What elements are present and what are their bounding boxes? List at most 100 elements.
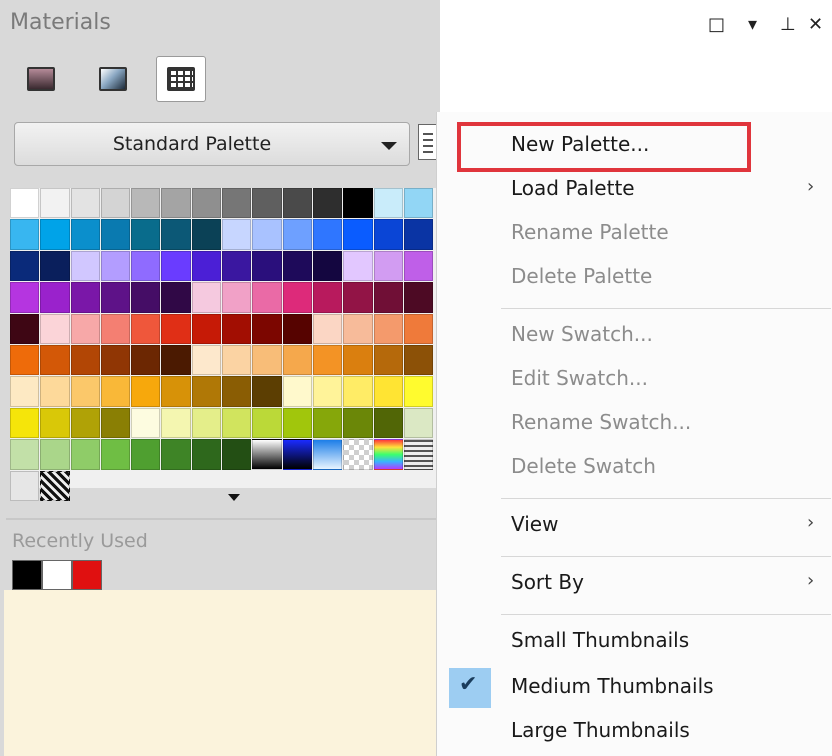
color-swatch[interactable] [282, 282, 312, 313]
color-swatch[interactable] [191, 282, 222, 313]
color-swatch[interactable] [100, 282, 131, 313]
color-swatch[interactable] [282, 188, 312, 219]
palette-menu-button[interactable] [418, 124, 438, 160]
pin-icon[interactable]: ⊥ [780, 14, 796, 35]
menu-item-new-swatch[interactable]: New Swatch... [511, 322, 653, 346]
color-swatch[interactable] [252, 219, 282, 250]
color-swatch[interactable] [282, 407, 312, 439]
color-swatch[interactable] [100, 219, 131, 250]
color-swatch[interactable] [343, 439, 373, 470]
color-swatch[interactable] [10, 470, 40, 501]
color-swatch[interactable] [161, 250, 191, 282]
color-swatch[interactable] [10, 188, 40, 219]
menu-item-delete-palette[interactable]: Delete Palette [511, 264, 652, 288]
color-swatch[interactable] [312, 282, 343, 313]
color-swatch[interactable] [131, 250, 161, 282]
color-swatch[interactable] [191, 219, 222, 250]
color-swatch[interactable] [40, 313, 70, 344]
color-swatch[interactable] [131, 439, 161, 470]
color-swatch[interactable] [343, 344, 373, 376]
color-swatch[interactable] [100, 344, 131, 376]
color-swatch[interactable] [70, 439, 100, 470]
color-swatch[interactable] [343, 250, 373, 282]
color-swatch[interactable] [40, 250, 70, 282]
color-swatch[interactable] [222, 282, 252, 313]
menu-item-view[interactable]: View [511, 512, 558, 536]
color-swatch[interactable] [131, 344, 161, 376]
color-swatch[interactable] [191, 344, 222, 376]
color-swatch[interactable] [222, 407, 252, 439]
color-swatch[interactable] [40, 470, 70, 501]
color-swatch[interactable] [343, 282, 373, 313]
color-swatch[interactable] [10, 250, 40, 282]
color-swatch[interactable] [373, 313, 403, 344]
color-swatch[interactable] [191, 313, 222, 344]
color-swatch[interactable] [403, 376, 434, 407]
color-swatch[interactable] [10, 282, 40, 313]
color-swatch[interactable] [403, 407, 434, 439]
color-swatch[interactable] [343, 407, 373, 439]
maximize-icon[interactable]: □ [708, 14, 725, 35]
color-swatch[interactable] [70, 344, 100, 376]
color-swatch[interactable] [373, 376, 403, 407]
color-swatch[interactable] [373, 250, 403, 282]
color-swatch[interactable] [373, 344, 403, 376]
color-swatch[interactable] [282, 439, 312, 470]
color-swatch[interactable] [161, 282, 191, 313]
color-swatch[interactable] [131, 282, 161, 313]
menu-item-load-palette[interactable]: Load Palette [511, 176, 635, 200]
color-swatch[interactable] [10, 439, 40, 470]
color-swatch[interactable] [373, 219, 403, 250]
color-swatch[interactable] [312, 439, 343, 470]
color-swatch[interactable] [343, 219, 373, 250]
menu-item-large-thumbnails[interactable]: Large Thumbnails [511, 718, 690, 742]
color-swatch[interactable] [222, 439, 252, 470]
color-swatch[interactable] [252, 439, 282, 470]
color-swatch[interactable] [252, 313, 282, 344]
color-swatch[interactable] [70, 376, 100, 407]
recent-color-swatch[interactable] [42, 560, 72, 590]
color-swatch[interactable] [312, 250, 343, 282]
swatches-mode-button[interactable] [156, 56, 206, 102]
color-swatch[interactable] [40, 219, 70, 250]
palette-select[interactable]: Standard Palette [14, 122, 410, 166]
color-swatch[interactable] [373, 439, 403, 470]
color-swatch[interactable] [312, 219, 343, 250]
color-swatch[interactable] [373, 282, 403, 313]
color-swatch[interactable] [373, 407, 403, 439]
color-swatch[interactable] [131, 219, 161, 250]
color-swatch[interactable] [161, 188, 191, 219]
color-swatch[interactable] [312, 344, 343, 376]
color-swatch[interactable] [131, 407, 161, 439]
color-swatch[interactable] [343, 313, 373, 344]
color-swatch[interactable] [100, 376, 131, 407]
color-swatch[interactable] [10, 219, 40, 250]
color-swatch[interactable] [100, 439, 131, 470]
color-swatch[interactable] [40, 344, 70, 376]
color-swatch[interactable] [282, 376, 312, 407]
color-swatch[interactable] [403, 188, 434, 219]
recent-color-swatch[interactable] [72, 560, 102, 590]
color-swatch[interactable] [191, 188, 222, 219]
menu-item-delete-swatch[interactable]: Delete Swatch [511, 454, 656, 478]
color-swatch[interactable] [131, 313, 161, 344]
menu-item-edit-swatch[interactable]: Edit Swatch... [511, 366, 648, 390]
gradient-mode-button[interactable] [88, 56, 138, 102]
color-swatch[interactable] [100, 407, 131, 439]
menu-item-new-palette[interactable]: New Palette... [511, 132, 649, 156]
color-swatch[interactable] [222, 188, 252, 219]
color-swatch[interactable] [70, 250, 100, 282]
color-swatch[interactable] [252, 344, 282, 376]
color-swatch[interactable] [70, 313, 100, 344]
menu-item-small-thumbnails[interactable]: Small Thumbnails [511, 628, 689, 652]
color-swatch[interactable] [191, 250, 222, 282]
color-swatch[interactable] [100, 250, 131, 282]
color-swatch[interactable] [222, 250, 252, 282]
color-swatch[interactable] [191, 376, 222, 407]
color-swatch[interactable] [131, 376, 161, 407]
color-swatch[interactable] [161, 376, 191, 407]
color-swatch[interactable] [343, 376, 373, 407]
color-swatch[interactable] [252, 282, 282, 313]
color-swatch[interactable] [40, 376, 70, 407]
color-swatch[interactable] [343, 188, 373, 219]
